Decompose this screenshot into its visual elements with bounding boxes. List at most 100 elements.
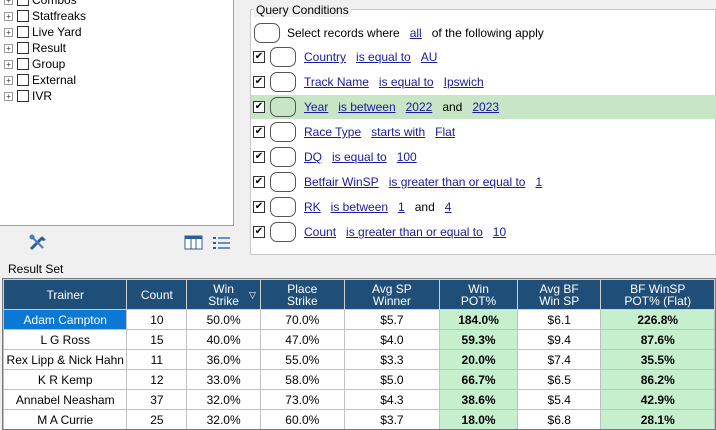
condition-oval-button[interactable] [270,197,296,217]
expand-icon[interactable]: + [4,0,13,5]
tree-checkbox[interactable] [17,42,29,54]
expand-icon[interactable]: + [4,91,13,101]
table-cell[interactable]: $6.1 [516,309,602,330]
table-cell[interactable]: 40.0% [186,329,261,350]
condition-value2-link[interactable]: 4 [445,200,452,214]
table-cell[interactable]: 86.2% [600,369,715,390]
expand-icon[interactable]: + [4,27,13,37]
table-row[interactable]: Adam Campton 10 50.0% 70.0% $5.7 184.0% $6.1 22… [3,309,715,330]
condition-row[interactable]: ✔ RK is between 1 and 4 [251,195,716,219]
column-header[interactable]: Avg BF Win SP [516,279,602,310]
table-cell[interactable]: 20.0% [439,349,518,370]
table-cell[interactable]: 12 [126,369,188,390]
column-header[interactable]: Place Strike [259,279,345,310]
table-cell[interactable]: $5.0 [343,369,441,390]
condition-checkbox[interactable]: ✔ [253,201,265,213]
tree-item[interactable]: + Combos [4,0,77,8]
tree-checkbox[interactable] [17,74,29,86]
table-cell[interactable]: 18.0% [439,409,518,429]
tree-item[interactable]: + Live Yard [4,24,82,40]
condition-operator-link[interactable]: is greater than or equal to [346,225,483,239]
table-cell[interactable]: $3.3 [343,349,441,370]
condition-operator-link[interactable]: is greater than or equal to [389,175,526,189]
list-icon[interactable] [212,234,232,252]
condition-value-link[interactable]: 2022 [406,100,433,114]
table-cell[interactable]: L G Ross [3,329,128,350]
table-cell[interactable]: 58.0% [259,369,345,390]
tree-checkbox[interactable] [17,0,29,6]
condition-oval-button[interactable] [270,97,296,117]
condition-checkbox[interactable]: ✔ [253,226,265,238]
condition-checkbox[interactable]: ✔ [253,151,265,163]
table-cell[interactable]: 50.0% [186,309,261,330]
condition-row[interactable]: ✔ Count is greater than or equal to 10 [251,220,716,244]
expand-icon[interactable]: + [4,59,13,69]
condition-operator-link[interactable]: starts with [371,125,425,139]
condition-row[interactable]: ✔ DQ is equal to 100 [251,145,716,169]
table-cell[interactable]: 36.0% [186,349,261,370]
table-cell[interactable]: 38.6% [439,389,518,410]
condition-value2-link[interactable]: 2023 [472,100,499,114]
condition-field-link[interactable]: Count [304,225,336,239]
table-cell[interactable]: 37 [126,389,188,410]
condition-field-link[interactable]: Year [304,100,328,114]
table-cell[interactable]: 42.9% [600,389,715,410]
tree-item[interactable]: + Statfreaks [4,8,86,24]
table-cell[interactable]: 73.0% [259,389,345,410]
table-cell[interactable]: 60.0% [259,409,345,429]
condition-field-link[interactable]: Race Type [304,125,361,139]
table-cell[interactable]: $4.0 [343,329,441,350]
condition-oval-button[interactable] [270,72,296,92]
condition-checkbox[interactable]: ✔ [253,176,265,188]
table-cell[interactable]: 32.0% [186,409,261,429]
group-oval-button[interactable] [254,23,280,43]
condition-value-link[interactable]: 10 [493,225,506,239]
condition-value-link[interactable]: 100 [397,150,417,164]
tree-item[interactable]: + Result [4,40,66,56]
condition-operator-link[interactable]: is equal to [332,150,387,164]
table-cell[interactable]: 35.5% [600,349,715,370]
table-cell[interactable]: $3.7 [343,409,441,429]
table-cell[interactable]: 226.8% [600,309,715,330]
table-cell[interactable]: 184.0% [439,309,518,330]
table-cell[interactable]: $6.8 [516,409,602,429]
table-cell[interactable]: 11 [126,349,188,370]
table-row[interactable]: M A Currie 25 32.0% 60.0% $3.7 18.0% $6.8 28.1% [3,409,715,429]
table-cell[interactable]: 87.6% [600,329,715,350]
table-cell[interactable]: Annabel Neasham [3,389,128,410]
table-cell[interactable]: $5.4 [516,389,602,410]
tree-item[interactable]: + IVR [4,88,52,104]
table-cell[interactable]: 33.0% [186,369,261,390]
table-cell[interactable]: 28.1% [600,409,715,429]
condition-oval-button[interactable] [270,147,296,167]
tree-checkbox[interactable] [17,10,29,22]
condition-operator-link[interactable]: is equal to [356,50,411,64]
table-cell[interactable]: K R Kemp [3,369,128,390]
column-header[interactable]: Trainer [3,279,128,310]
condition-value-link[interactable]: 1 [535,175,542,189]
table-cell[interactable]: 70.0% [259,309,345,330]
tree-item[interactable]: + Group [4,56,65,72]
table-cell[interactable]: 55.0% [259,349,345,370]
condition-value-link[interactable]: Ipswich [444,75,484,89]
condition-operator-link[interactable]: is between [331,200,388,214]
table-cell[interactable]: Adam Campton [3,309,128,330]
condition-field-link[interactable]: RK [304,200,321,214]
table-row[interactable]: L G Ross 15 40.0% 47.0% $4.0 59.3% $9.4 87.6% [3,329,715,350]
column-header[interactable]: Win Strike ▽ [186,279,261,310]
condition-value-link[interactable]: 1 [398,200,405,214]
table-row[interactable]: Annabel Neasham 37 32.0% 73.0% $4.3 38.6% $5.4… [3,389,715,410]
condition-oval-button[interactable] [270,222,296,242]
table-cell[interactable]: $9.4 [516,329,602,350]
tree-checkbox[interactable] [17,26,29,38]
tree-checkbox[interactable] [17,90,29,102]
columns-icon[interactable] [184,234,204,252]
column-header[interactable]: Avg SP Winner [343,279,441,310]
condition-operator-link[interactable]: is between [338,100,395,114]
condition-checkbox[interactable]: ✔ [253,101,265,113]
condition-row[interactable]: ✔ Year is between 2022 and 2023 [251,95,716,119]
tree-item[interactable]: + External [4,72,76,88]
expand-icon[interactable]: + [4,75,13,85]
table-cell[interactable]: $4.3 [343,389,441,410]
tools-icon[interactable] [28,234,48,252]
